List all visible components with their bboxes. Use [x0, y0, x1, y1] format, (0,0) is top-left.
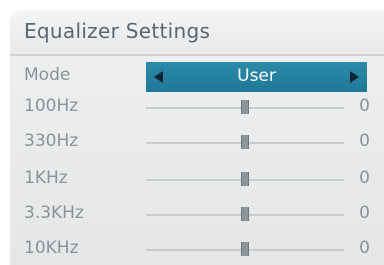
band-slider-thumb[interactable] — [241, 242, 249, 256]
mode-row: Mode User — [10, 62, 384, 92]
band-value: 0 — [359, 131, 370, 151]
mode-label: Mode — [24, 65, 71, 85]
band-row: 10KHz 0 — [10, 235, 384, 265]
band-value: 0 — [359, 203, 370, 223]
band-row: 100Hz 0 — [10, 93, 384, 123]
arrow-right-icon[interactable] — [350, 71, 359, 83]
band-row: 3.3KHz 0 — [10, 200, 384, 230]
page-title: Equalizer Settings — [24, 19, 211, 43]
band-label: 1KHz — [24, 168, 68, 188]
band-slider-thumb[interactable] — [241, 207, 249, 221]
band-row: 1KHz 0 — [10, 165, 384, 195]
band-label: 10KHz — [24, 238, 79, 258]
band-label: 100Hz — [24, 96, 79, 116]
band-slider-thumb[interactable] — [241, 172, 249, 186]
panel-header: Equalizer Settings — [10, 10, 384, 52]
mode-value: User — [237, 66, 276, 86]
band-row: 330Hz 0 — [10, 128, 384, 158]
mode-selector[interactable]: User — [146, 62, 367, 92]
band-slider-thumb[interactable] — [241, 135, 249, 149]
band-label: 330Hz — [24, 131, 79, 151]
band-label: 3.3KHz — [24, 203, 84, 223]
header-divider — [10, 54, 384, 56]
band-slider-thumb[interactable] — [241, 100, 249, 114]
equalizer-settings-panel: Equalizer Settings Mode User 100Hz 0 330… — [10, 10, 384, 265]
band-value: 0 — [359, 168, 370, 188]
band-value: 0 — [359, 238, 370, 258]
band-value: 0 — [359, 96, 370, 116]
